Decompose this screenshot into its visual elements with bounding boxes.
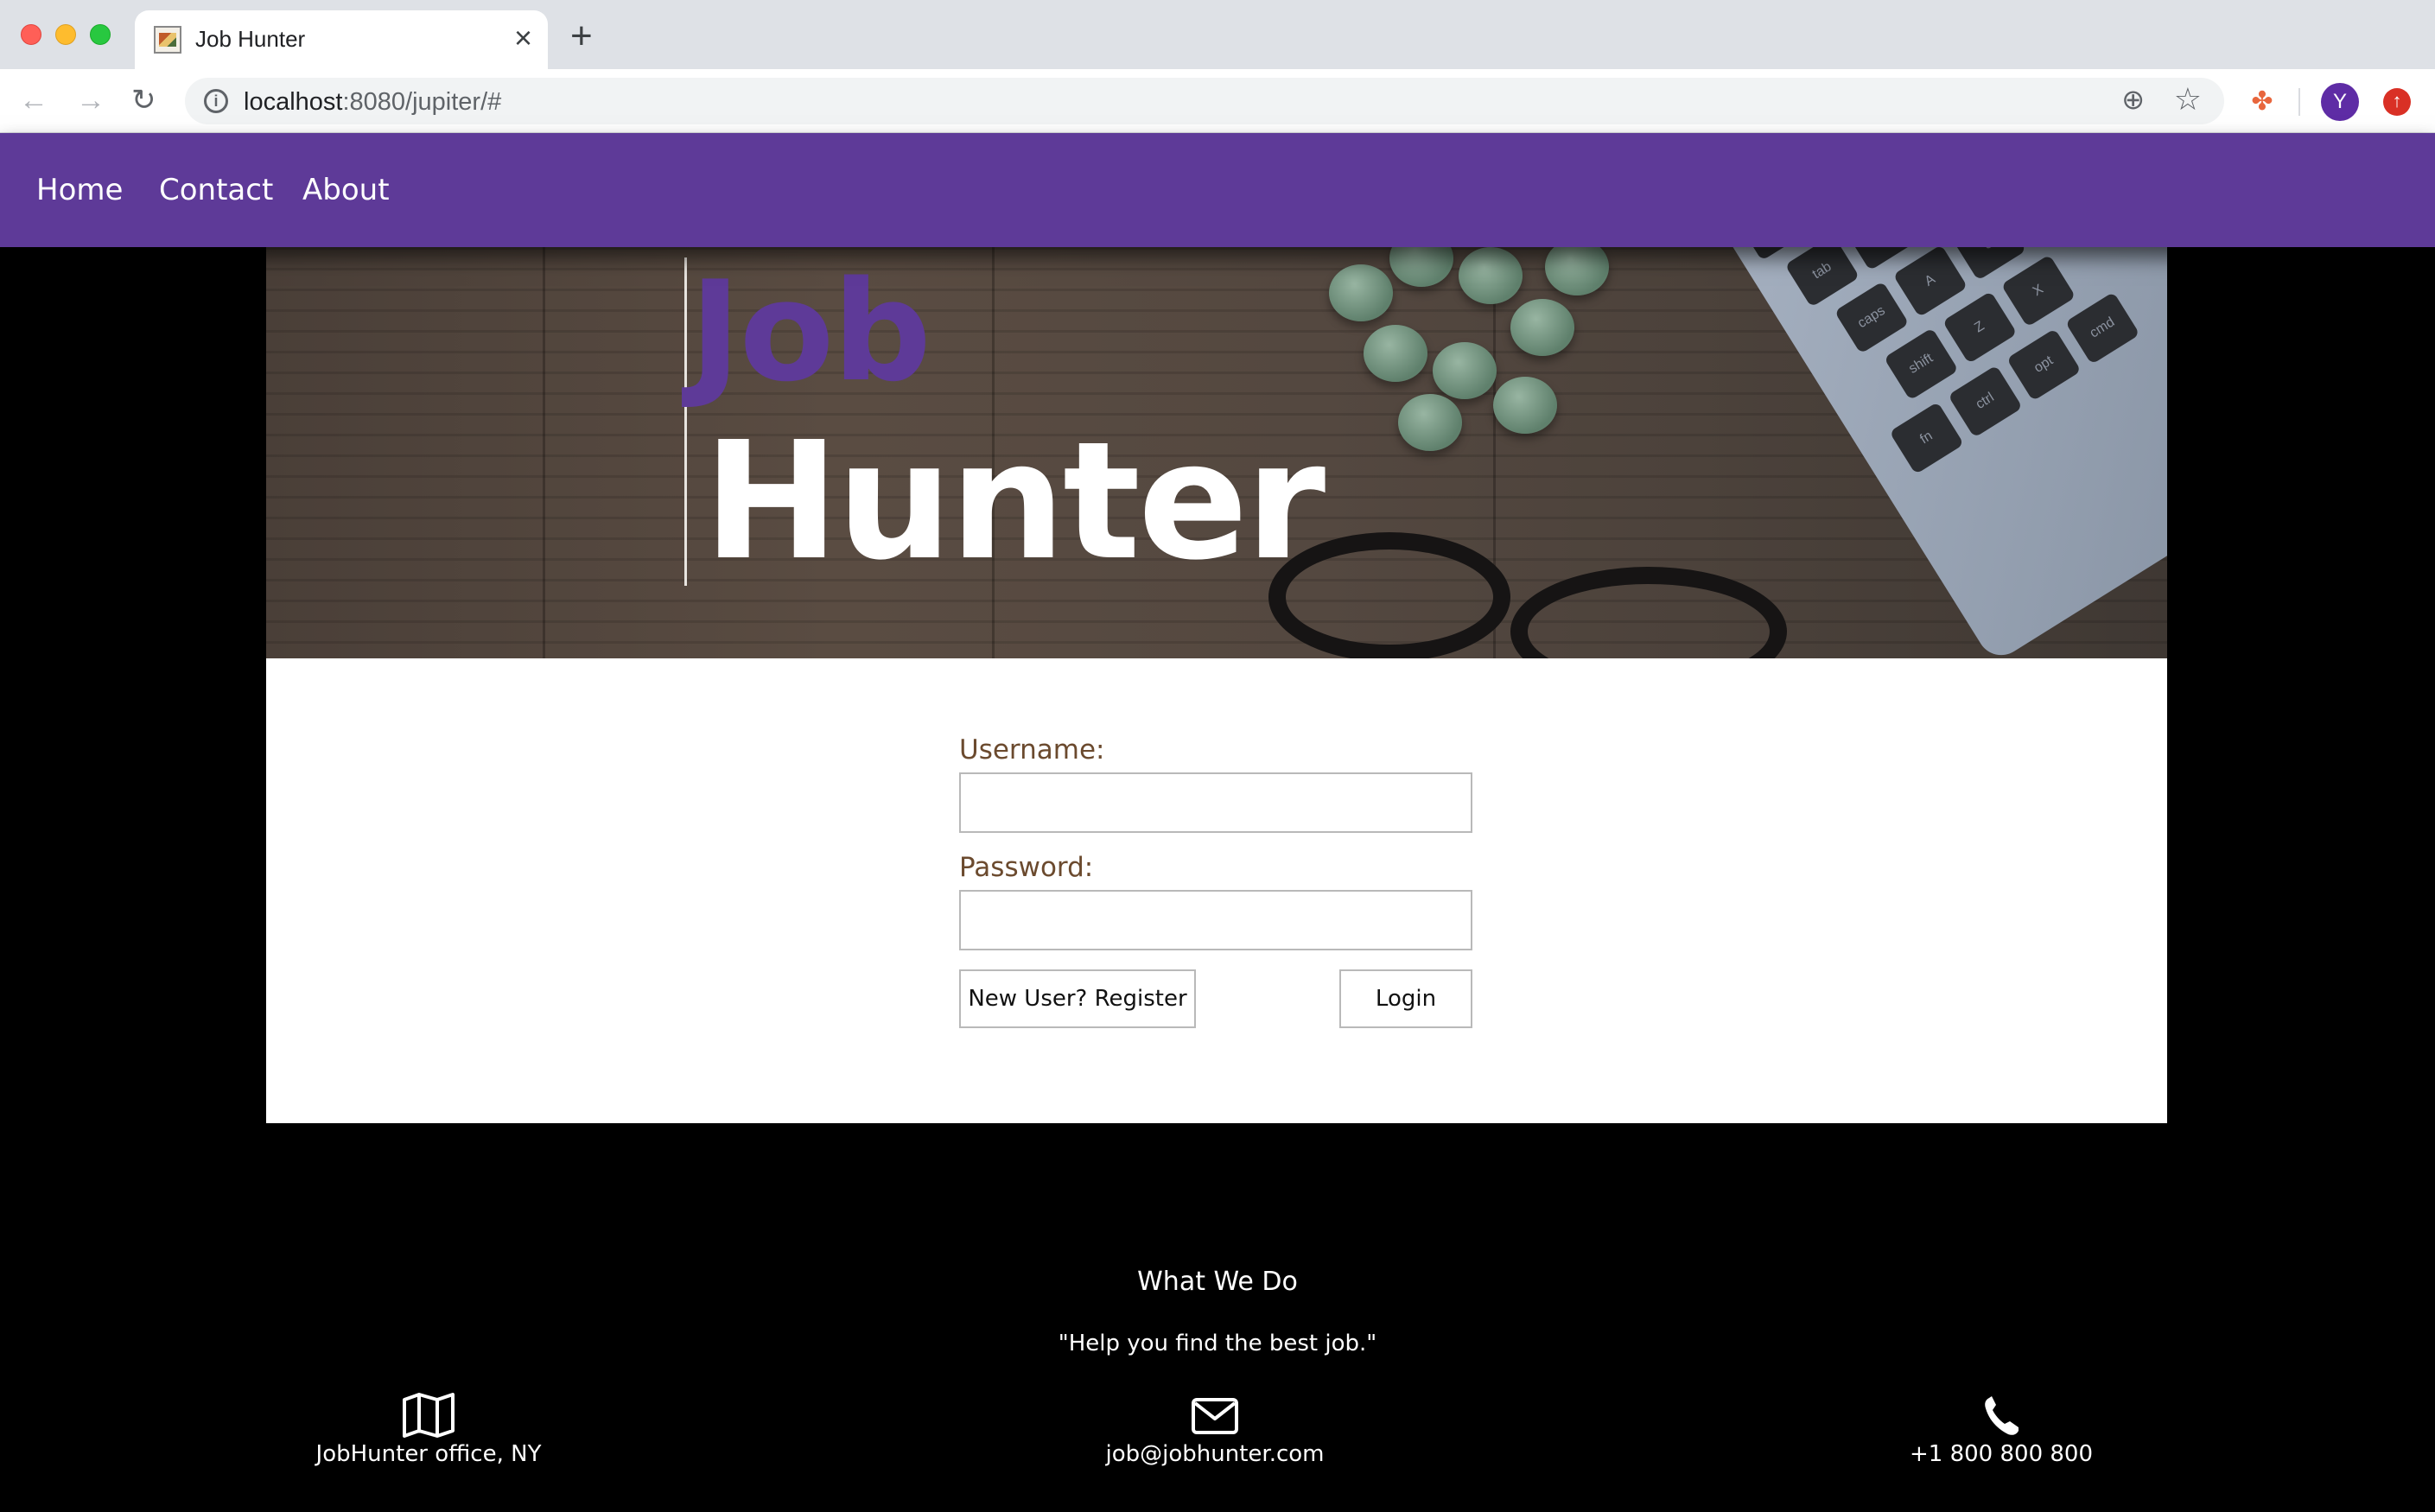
footer-tagline: "Help you find the best job." [1058, 1331, 1377, 1356]
map-icon [403, 1393, 455, 1438]
login-panel: Username: Password: New User? Register L… [266, 658, 2167, 1123]
footer-office-text: JobHunter office, NY [315, 1441, 542, 1467]
footer-phone: +1 800 800 800 [1785, 1393, 2217, 1467]
maximize-window-button[interactable] [90, 24, 111, 45]
close-window-button[interactable] [21, 24, 41, 45]
forward-arrow-icon[interactable]: → [76, 83, 105, 118]
footer-phone-text: +1 800 800 800 [1910, 1441, 2093, 1467]
nav-home-link[interactable]: Home [36, 173, 123, 207]
hero-banner: tab Q W E caps A S D shift Z X fn ctrl o… [266, 247, 2167, 658]
url-path: :8080/jupiter/# [342, 88, 502, 116]
update-icon[interactable]: ↑ [2383, 88, 2411, 116]
tab-close-icon[interactable]: × [514, 22, 532, 54]
profile-avatar[interactable]: Y [2321, 83, 2359, 121]
wood-plank-seam [543, 247, 545, 658]
reload-icon[interactable]: ↻ [131, 83, 156, 118]
password-input[interactable] [959, 890, 1472, 950]
zoom-icon[interactable]: ⊕ [2121, 83, 2145, 116]
footer-office: JobHunter office, NY [213, 1393, 645, 1467]
toolbar-divider [2298, 88, 2300, 116]
extension-icon[interactable]: ✤ [2247, 86, 2278, 118]
star-icon[interactable]: ☆ [2174, 81, 2202, 118]
footer-email-text: job@jobhunter.com [1105, 1441, 1325, 1467]
username-input[interactable] [959, 772, 1472, 833]
footer-title: What We Do [1137, 1267, 1298, 1297]
new-tab-button[interactable]: + [570, 17, 593, 55]
hero-divider-line [684, 257, 687, 586]
plant-image [1312, 247, 1623, 472]
address-bar[interactable]: i localhost:8080/jupiter/# ⊕ ☆ [185, 78, 2224, 124]
nav-contact-link[interactable]: Contact [159, 173, 273, 207]
browser-tabstrip: Job Hunter × + [0, 0, 2435, 69]
browser-toolbar: ← → ↻ i localhost:8080/jupiter/# ⊕ ☆ ✤ Y… [0, 69, 2435, 133]
username-label: Username: [959, 734, 1105, 766]
hero-title-job: Job [690, 251, 931, 412]
favicon-icon [154, 26, 181, 54]
eyeglasses-image [1251, 532, 1804, 658]
footer-email: job@jobhunter.com [999, 1393, 1431, 1467]
url-host: localhost [244, 88, 343, 116]
url-text[interactable]: localhost:8080/jupiter/# [244, 88, 501, 117]
browser-tab[interactable]: Job Hunter × [135, 10, 548, 69]
nav-about-link[interactable]: About [302, 173, 390, 207]
info-icon[interactable]: i [204, 89, 228, 113]
password-label: Password: [959, 852, 1094, 883]
login-button[interactable]: Login [1339, 969, 1472, 1028]
tab-title: Job Hunter [195, 26, 306, 52]
site-navbar: Home Contact About [0, 133, 2435, 247]
minimize-window-button[interactable] [55, 24, 76, 45]
back-arrow-icon[interactable]: ← [19, 83, 48, 118]
register-button[interactable]: New User? Register [959, 969, 1196, 1028]
envelope-icon [1192, 1398, 1238, 1434]
hero-title-hunter: Hunter [703, 407, 1326, 596]
phone-icon [1985, 1396, 2019, 1435]
